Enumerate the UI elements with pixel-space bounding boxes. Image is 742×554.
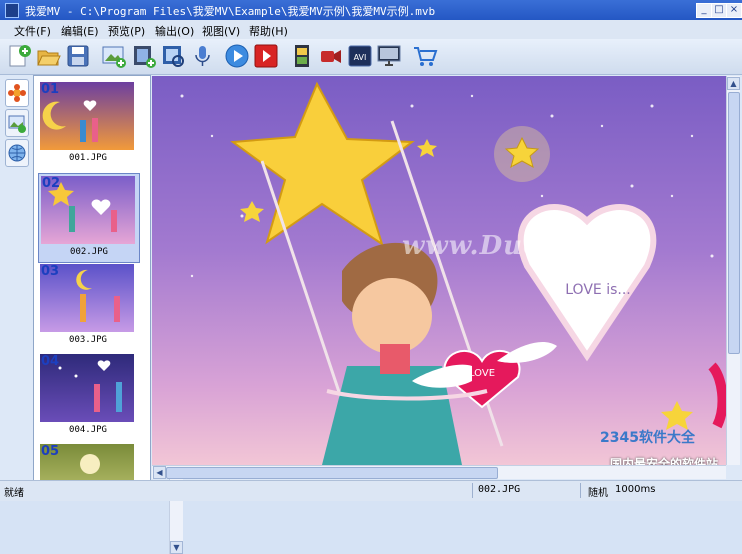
svg-text:AVI: AVI (354, 53, 367, 62)
preview-canvas[interactable]: LOVE LOVE is... www.DuoTe.com (152, 76, 726, 465)
tab-effects[interactable] (5, 79, 29, 107)
scroll-down-arrow-icon[interactable]: ▼ (170, 541, 183, 554)
menu-file[interactable]: 文件(F) (14, 23, 51, 39)
menu-help[interactable]: 帮助(H) (249, 23, 288, 39)
app-window: 我爱MV - C:\Program Files\我爱MV\Example\我爱M… (0, 0, 742, 554)
monitor-icon[interactable] (376, 43, 402, 69)
avi-export-icon[interactable]: AVI (347, 43, 373, 69)
thumbnail-number: 01 (41, 82, 60, 97)
new-project-icon[interactable] (6, 43, 32, 69)
thumbnail-item[interactable]: 01 001.JPG (38, 80, 138, 168)
thumbnail-caption: 003.JPG (69, 335, 107, 345)
corner-watermark-line1: 2345软件大全 (600, 430, 695, 446)
thumbnail-number: 05 (41, 444, 60, 459)
thumbnail-number: 02 (42, 176, 61, 191)
add-video-icon[interactable] (131, 43, 157, 69)
open-folder-icon[interactable] (36, 43, 62, 69)
menu-edit[interactable]: 编辑(E) (61, 23, 99, 39)
tab-pictures[interactable] (5, 109, 29, 137)
thumbnail-item-selected[interactable]: 02 002.JPG (38, 173, 140, 263)
cart-icon[interactable] (412, 43, 438, 69)
status-bar: 就绪 002.JPG 随机 1000ms (0, 480, 742, 501)
photo-album-icon[interactable] (160, 43, 186, 69)
thumbnail-number: 04 (41, 354, 60, 369)
thumbnail-panel: 01 001.JPG 02 002.JPG 03 003.JPG 04 004.… (33, 75, 183, 554)
thumbnail-item[interactable]: 04 004.JPG (38, 352, 138, 440)
globe-icon (8, 144, 26, 162)
love-badge-text: LOVE (469, 368, 495, 379)
scroll-up-arrow-icon[interactable]: ▲ (727, 77, 740, 90)
thumbnail-caption: 002.JPG (70, 247, 108, 257)
menu-view[interactable]: 视图(V) (202, 23, 240, 39)
play-icon[interactable] (224, 43, 250, 69)
window-title: 我爱MV - C:\Program Files\我爱MV\Example\我爱M… (25, 5, 436, 18)
minimize-button[interactable]: _ (696, 3, 712, 18)
video-camera-icon[interactable] (318, 43, 344, 69)
scroll-left-arrow-icon[interactable]: ◀ (153, 466, 166, 479)
thumbnail-caption: 004.JPG (69, 425, 107, 435)
menu-preview[interactable]: 预览(P) (108, 23, 145, 39)
close-button[interactable]: × (726, 3, 742, 18)
status-duration: 1000ms (615, 484, 656, 495)
side-tab-strip (0, 75, 32, 480)
thumbnail-item[interactable]: 03 003.JPG (38, 262, 138, 350)
watermark-text: www.DuoTe.com (402, 231, 651, 261)
toolbar: AVI (0, 39, 742, 75)
menu-output[interactable]: 输出(O) (155, 23, 194, 39)
scroll-thumb[interactable] (166, 467, 498, 479)
preview-vertical-scrollbar[interactable]: ▲ (726, 76, 740, 465)
add-picture-icon[interactable] (101, 43, 127, 69)
menu-bar: 文件(F) 编辑(E) 预览(P) 输出(O) 视图(V) 帮助(H) (0, 20, 742, 39)
picture-add-icon (8, 115, 26, 133)
thumbnail-caption: 001.JPG (69, 153, 107, 163)
status-mode: 随机 (588, 488, 608, 499)
thumbnail-item[interactable]: 05 (38, 442, 138, 480)
record-play-icon[interactable] (253, 43, 279, 69)
thumbnail-number: 03 (41, 264, 60, 279)
film-strip-icon[interactable] (289, 43, 315, 69)
app-icon (5, 3, 19, 18)
status-divider (472, 483, 473, 498)
title-bar: 我爱MV - C:\Program Files\我爱MV\Example\我爱M… (0, 0, 742, 20)
flower-effect-icon (8, 84, 26, 102)
status-current-file: 002.JPG (478, 484, 521, 495)
tab-web[interactable] (5, 139, 29, 167)
status-state: 就绪 (4, 488, 24, 499)
preview-horizontal-scrollbar[interactable]: ◀ (152, 465, 726, 479)
microphone-icon[interactable] (189, 43, 215, 69)
scroll-thumb[interactable] (728, 92, 740, 354)
save-icon[interactable] (65, 43, 91, 69)
preview-image: LOVE LOVE is... (180, 81, 726, 465)
maximize-button[interactable]: □ (711, 3, 727, 18)
love-is-text: LOVE is... (565, 282, 630, 298)
status-divider (580, 483, 581, 498)
